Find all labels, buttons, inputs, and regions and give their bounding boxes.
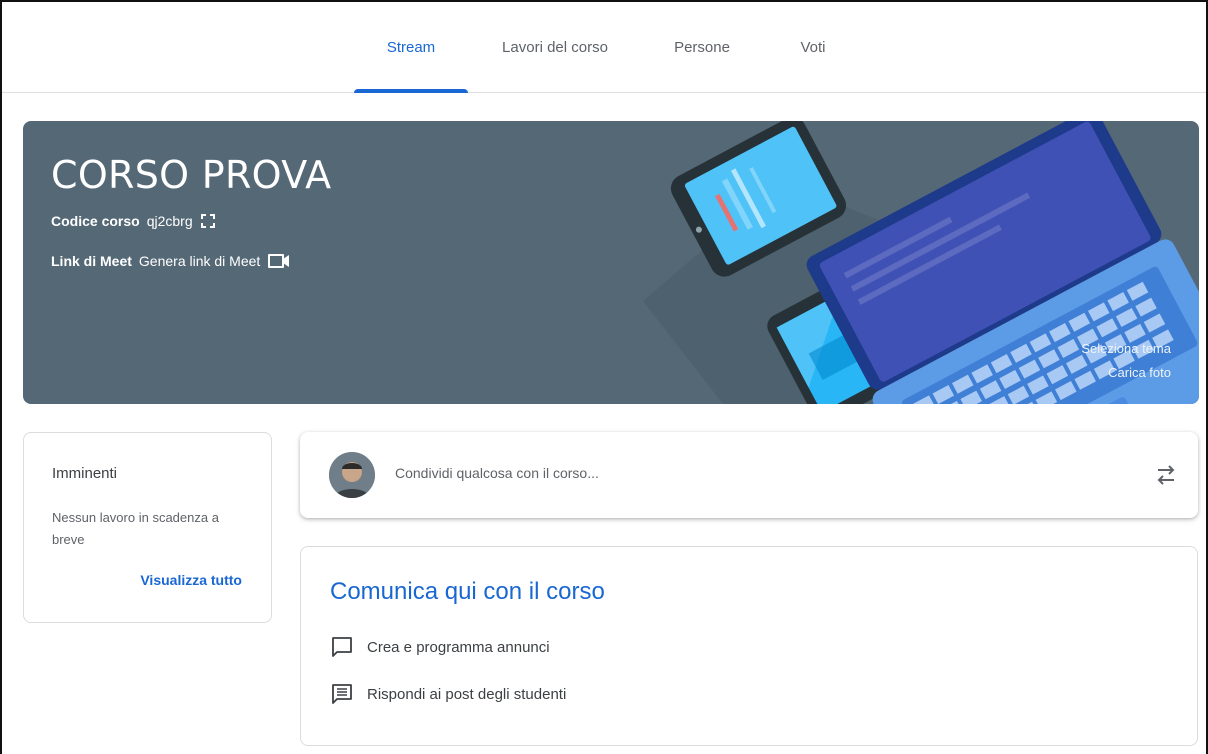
view-all-link[interactable]: Visualizza tutto <box>140 572 242 588</box>
avatar <box>329 452 375 498</box>
repost-icon[interactable] <box>1153 460 1179 490</box>
upload-photo-link[interactable]: Carica foto <box>1108 365 1171 380</box>
course-code-row: Codice corso qj2cbrg <box>51 213 216 229</box>
meet-link-row: Link di Meet Genera link di Meet <box>51 252 291 270</box>
tab-label: Stream <box>386 39 436 56</box>
tab-label: Persone <box>674 39 730 56</box>
generate-meet-link[interactable]: Genera link di Meet <box>139 253 260 269</box>
upcoming-title: Imminenti <box>52 465 118 482</box>
course-code-label: Codice corso <box>51 213 140 229</box>
tab-grades[interactable]: Voti <box>772 2 854 93</box>
tab-stream[interactable]: Stream <box>354 2 468 93</box>
share-box[interactable]: Condividi qualcosa con il corso... <box>300 432 1198 518</box>
active-tab-indicator <box>354 89 468 93</box>
upcoming-card: Imminenti Nessun lavoro in scadenza a br… <box>23 432 272 623</box>
communicate-card: Comunica qui con il corso Crea e program… <box>300 546 1198 746</box>
course-title: CORSO PROVA <box>51 153 332 197</box>
meet-link-label: Link di Meet <box>51 253 132 269</box>
create-announcements-label: Crea e programma annunci <box>367 638 550 656</box>
course-code-value: qj2cbrg <box>146 213 193 229</box>
chat-bubble-icon <box>332 637 352 657</box>
tab-people[interactable]: Persone <box>650 2 754 93</box>
tab-label: Lavori del corso <box>502 39 608 56</box>
reply-posts-label: Rispondi ai post degli studenti <box>367 685 567 703</box>
upcoming-empty-message: Nessun lavoro in scadenza a breve <box>52 510 219 547</box>
share-placeholder[interactable]: Condividi qualcosa con il corso... <box>395 465 599 481</box>
fullscreen-icon[interactable] <box>200 213 216 229</box>
select-theme-link[interactable]: Seleziona tema <box>1081 341 1171 356</box>
tab-classwork[interactable]: Lavori del corso <box>480 2 630 93</box>
communicate-heading: Comunica qui con il corso <box>330 578 605 605</box>
course-banner: CORSO PROVA Codice corso qj2cbrg Link di… <box>23 121 1199 404</box>
reply-posts-item: Rispondi ai post degli studenti <box>330 682 566 706</box>
create-announcements-item: Crea e programma annunci <box>330 635 550 659</box>
tab-label: Voti <box>800 39 826 56</box>
top-navigation: Stream Lavori del corso Persone Voti <box>2 2 1206 93</box>
message-text-icon <box>332 684 352 704</box>
video-camera-icon[interactable] <box>267 252 291 270</box>
